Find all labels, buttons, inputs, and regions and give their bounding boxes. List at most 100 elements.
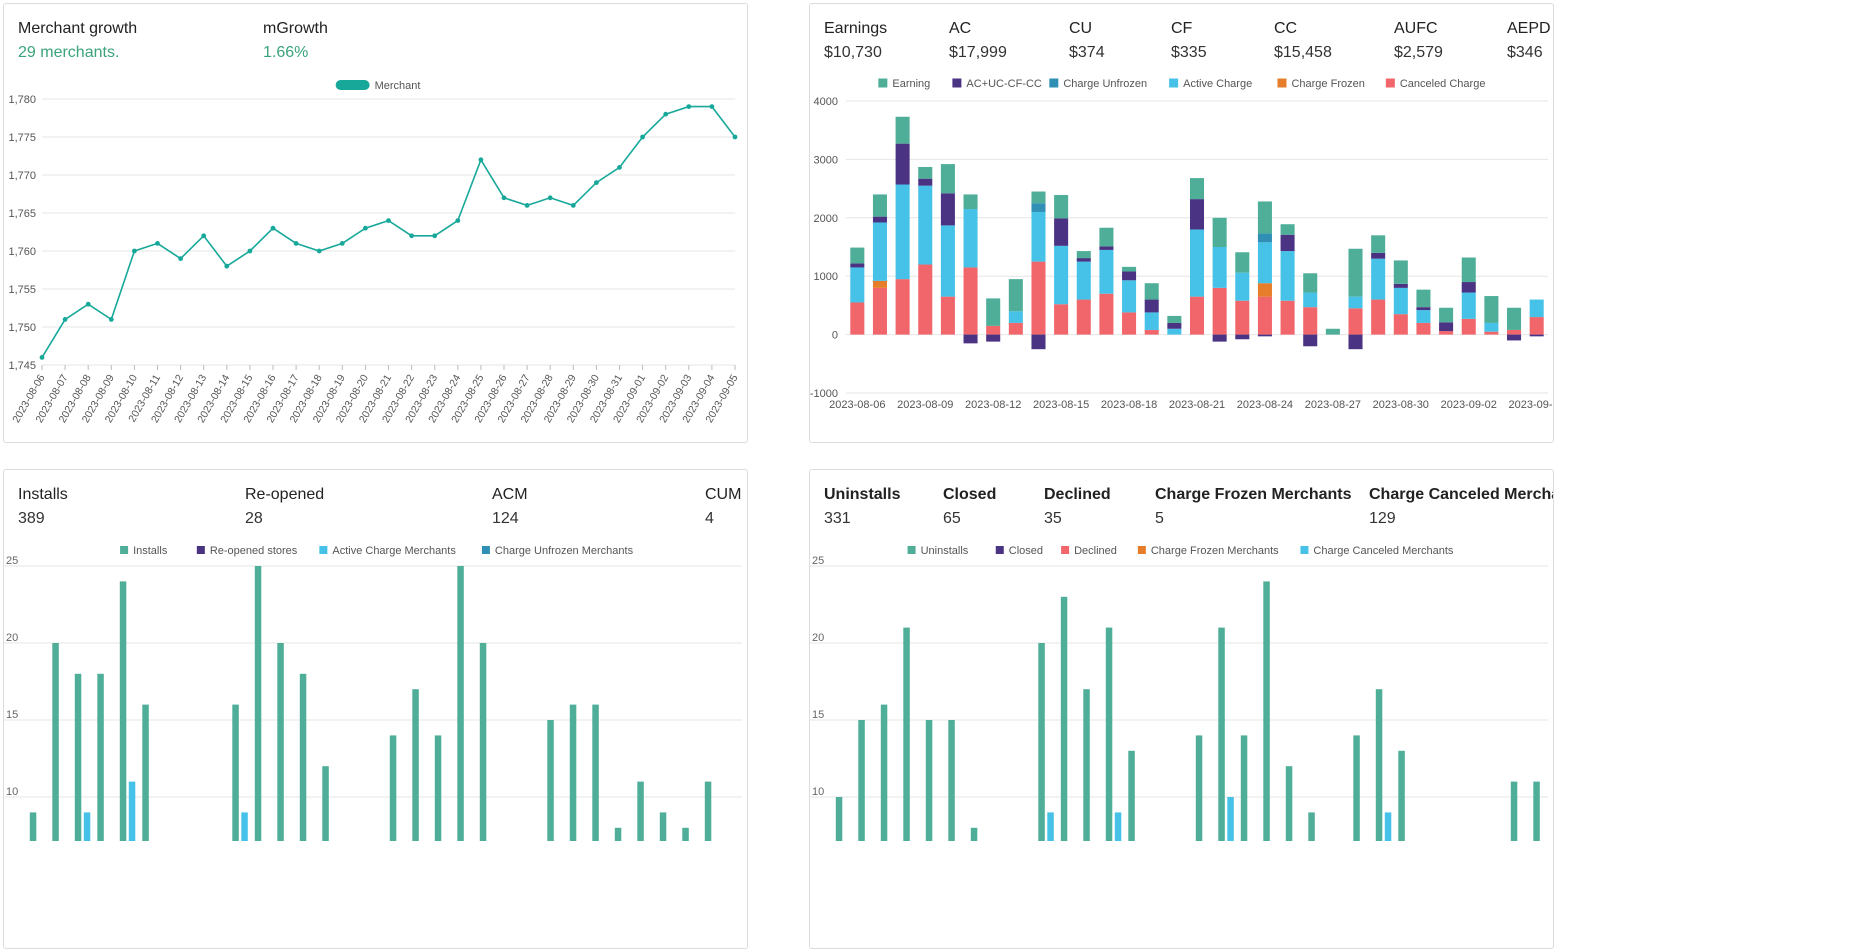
- bar-segment: [1122, 280, 1137, 313]
- data-point: [432, 233, 438, 239]
- bar-segment: [1529, 334, 1544, 337]
- installs-panel: Installs 389 Re-opened 28 ACM 124 CUM 4 …: [3, 469, 748, 949]
- data-point: [686, 104, 692, 109]
- y-tick-label: 25: [812, 555, 824, 567]
- data-point: [224, 263, 230, 269]
- data-point: [709, 104, 715, 109]
- bar-segment: [1507, 334, 1522, 341]
- bar-segment: [1076, 299, 1091, 335]
- bar: [1060, 596, 1068, 841]
- legend-label: Merchant: [375, 80, 421, 92]
- bar-segment: [1416, 310, 1431, 323]
- data-point: [108, 317, 114, 322]
- legend-label: Uninstalls: [921, 545, 969, 557]
- data-point: [547, 195, 553, 201]
- data-point: [386, 218, 391, 224]
- bar-segment: [1257, 242, 1272, 284]
- bar: [1227, 797, 1234, 841]
- legend-label: Charge Frozen Merchants: [1151, 545, 1279, 557]
- bar-segment: [1235, 300, 1250, 335]
- data-point: [524, 203, 530, 208]
- bar-segment: [872, 287, 887, 335]
- bar-segment: [1099, 293, 1114, 335]
- series-line: [41, 105, 736, 358]
- bar-segment: [895, 279, 910, 335]
- legend-swatch: [1061, 546, 1070, 554]
- data-point: [617, 165, 622, 170]
- data-point: [85, 301, 91, 307]
- bar-segment: [1235, 272, 1250, 301]
- bar-segment: [1076, 261, 1091, 300]
- bar: [1195, 735, 1203, 841]
- bar-segment: [1371, 235, 1386, 253]
- earnings-panel: Earnings $10,730 AC $17,999 CU $374 CF $…: [809, 3, 1554, 443]
- data-point: [409, 233, 414, 239]
- bar-segment: [963, 194, 978, 210]
- bar: [29, 812, 37, 841]
- bar-segment: [1348, 308, 1363, 335]
- bar: [1038, 643, 1045, 841]
- bar-segment: [1257, 283, 1272, 297]
- legend-label: Closed: [1009, 545, 1043, 557]
- data-point: [455, 218, 461, 224]
- bar-segment: [1189, 296, 1205, 335]
- x-tick-label: 2023-09-02: [1441, 399, 1497, 411]
- legend-label: Charge Frozen: [1291, 78, 1364, 90]
- bar: [1114, 812, 1122, 841]
- bar-segment: [1439, 307, 1454, 323]
- bar: [83, 812, 91, 841]
- bar-segment: [872, 222, 887, 281]
- bar-segment: [1303, 292, 1318, 308]
- bar-segment: [1235, 252, 1250, 273]
- bar-segment: [1303, 273, 1318, 293]
- legend-label: Charge Unfrozen Merchants: [495, 545, 634, 557]
- bar: [1308, 812, 1315, 841]
- bar-segment: [1008, 311, 1023, 323]
- bar-segment: [986, 298, 1001, 326]
- data-point: [270, 225, 276, 231]
- bar-segment: [1212, 217, 1227, 247]
- bar-segment: [1280, 251, 1295, 301]
- bar-segment: [1099, 246, 1114, 250]
- bar: [925, 720, 933, 841]
- bar-segment: [1257, 201, 1272, 234]
- bar-segment: [1325, 328, 1340, 335]
- bar: [682, 827, 689, 841]
- bar-segment: [986, 334, 1001, 342]
- bar: [903, 627, 910, 841]
- bar: [1105, 627, 1113, 841]
- bar-segment: [918, 185, 933, 265]
- bar: [592, 704, 599, 841]
- data-point: [39, 355, 45, 360]
- bar: [119, 581, 127, 841]
- bar-segment: [940, 225, 955, 297]
- legend-label: Declined: [1074, 545, 1117, 557]
- x-tick-label: 2023-08-24: [1237, 399, 1293, 411]
- bar-segment: [1439, 331, 1454, 335]
- installs-bar-chart: 10 15 20 25 Installs Re-opened stores Active C…: [4, 545, 742, 841]
- bar-segment: [895, 184, 910, 280]
- bar: [547, 720, 554, 841]
- legend-swatch: [952, 78, 962, 88]
- bar: [614, 827, 622, 841]
- bar-segment: [1393, 287, 1408, 315]
- bar-segment: [1099, 227, 1114, 247]
- bar-segment: [1280, 234, 1295, 252]
- bar-segment: [963, 334, 978, 344]
- bar: [1263, 581, 1270, 841]
- bar-segment: [1122, 266, 1137, 272]
- bar-segment: [1280, 300, 1295, 335]
- bar-segment: [1031, 334, 1046, 350]
- data-point: [293, 241, 299, 246]
- bar-segment: [1529, 317, 1544, 335]
- bar-segment: [1507, 329, 1522, 335]
- earnings-stacked-bar-chart: -1000010002000300040002023-08-06 2023-08-…: [810, 78, 1553, 411]
- bar-segment: [1212, 247, 1227, 288]
- data-point: [155, 241, 160, 246]
- bar: [97, 673, 104, 841]
- bar-segment: [895, 143, 910, 185]
- data-point: [640, 134, 645, 140]
- bar-segment: [1416, 322, 1431, 335]
- bar-segment: [1144, 299, 1159, 313]
- bar-segment: [1054, 195, 1069, 219]
